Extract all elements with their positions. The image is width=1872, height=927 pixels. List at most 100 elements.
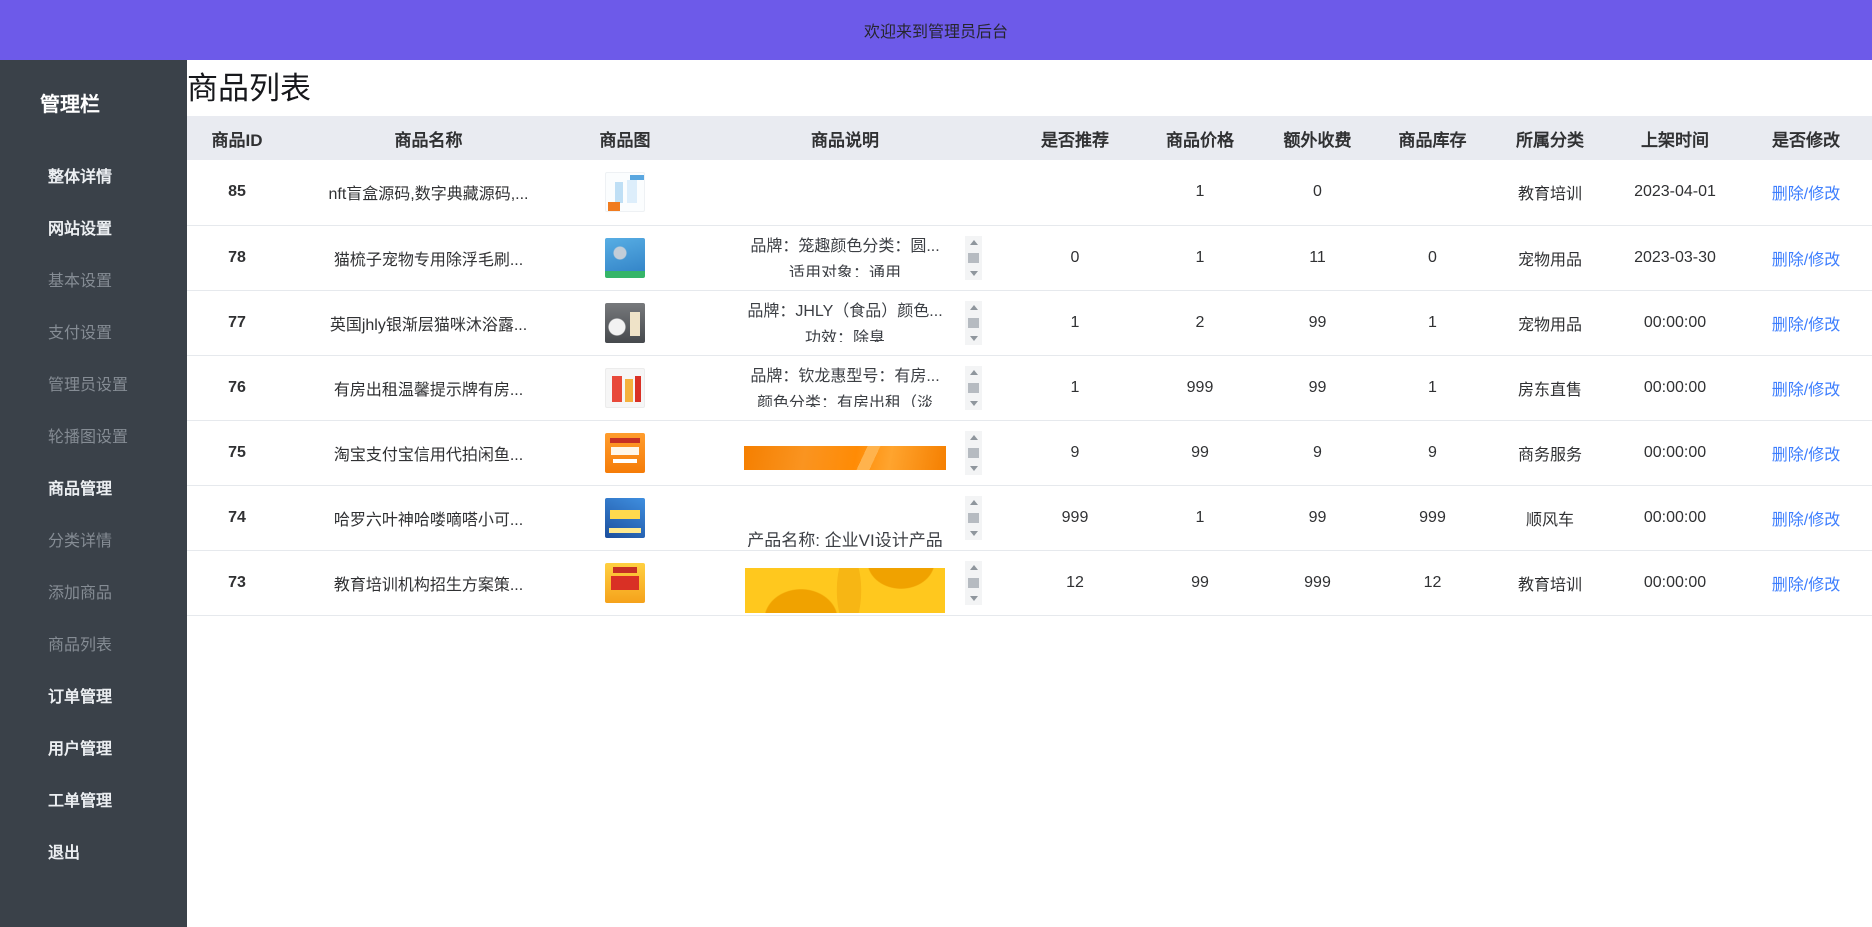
scroll-up-arrow-icon[interactable] (970, 370, 978, 375)
sidebar-item-product-list[interactable]: 商品列表 (0, 617, 187, 669)
time-cell: 2023-04-01 (1610, 160, 1740, 225)
extra-fee-cell: 999 (1260, 550, 1375, 615)
sidebar-item-carousel-settings[interactable]: 轮播图设置 (0, 409, 187, 461)
description-scrollbar[interactable] (965, 366, 982, 410)
description-line: 品牌：JHLY（食品）颜色... (720, 298, 970, 325)
rental-sign-image (605, 368, 645, 408)
description-scrollbar[interactable] (965, 561, 982, 605)
delete-modify-link[interactable]: 删除/修改 (1772, 317, 1840, 334)
delete-modify-link[interactable]: 删除/修改 (1772, 577, 1840, 594)
product-id-cell: 73 (187, 550, 287, 615)
table-row: 74哈罗六叶神哈喽嘀嗒小可...产品名称: 企业VI设计产品999199999顺… (187, 485, 1872, 550)
category-cell: 教育培训 (1490, 550, 1610, 615)
scroll-up-arrow-icon[interactable] (970, 305, 978, 310)
scroll-down-arrow-icon[interactable] (970, 466, 978, 471)
sidebar-item-order-management[interactable]: 订单管理 (0, 669, 187, 721)
product-name-cell: 淘宝支付宝信用代拍闲鱼... (287, 420, 570, 485)
scroll-up-arrow-icon[interactable] (970, 240, 978, 245)
product-name-cell: nft盲盒源码,数字典藏源码,... (287, 160, 570, 225)
column-header-7: 商品库存 (1375, 116, 1490, 160)
sidebar-item-add-product[interactable]: 添加商品 (0, 565, 187, 617)
column-header-9: 上架时间 (1610, 116, 1740, 160)
scroll-up-arrow-icon[interactable] (970, 500, 978, 505)
recommend-cell: 1 (1010, 355, 1140, 420)
delete-modify-link[interactable]: 删除/修改 (1772, 447, 1840, 464)
scroll-up-arrow-icon[interactable] (970, 435, 978, 440)
stock-cell: 12 (1375, 550, 1490, 615)
sidebar-item-product-management[interactable]: 商品管理 (0, 461, 187, 513)
product-id-cell: 77 (187, 290, 287, 355)
table-row: 77英国jhly银渐层猫咪沐浴露... 品牌：JHLY（食品）颜色...功效：除臭… (187, 290, 1872, 355)
table-body: 85nft盲盒源码,数字典藏源码,...10教育培训2023-04-01删除/修… (187, 160, 1872, 615)
column-header-0: 商品ID (187, 116, 287, 160)
scroll-down-arrow-icon[interactable] (970, 401, 978, 406)
product-description-cell: 产品名称: 企业VI设计产品 (680, 485, 1010, 550)
scroll-up-arrow-icon[interactable] (970, 565, 978, 570)
product-description-cell: 品牌：笼趣颜色分类：圆...适用对象：通用 (680, 225, 1010, 290)
sidebar-item-basic-settings[interactable]: 基本设置 (0, 253, 187, 305)
delete-modify-link[interactable]: 删除/修改 (1772, 186, 1840, 203)
scroll-down-arrow-icon[interactable] (970, 271, 978, 276)
price-cell: 1 (1140, 225, 1260, 290)
product-image-cell (570, 550, 680, 615)
product-description-cell: 品牌：钦龙惠型号：有房...颜色分类：有房出租（淡 (680, 355, 1010, 420)
scroll-thumb[interactable] (968, 318, 979, 328)
scroll-down-arrow-icon[interactable] (970, 596, 978, 601)
sidebar-item-site-settings[interactable]: 网站设置 (0, 201, 187, 253)
extra-fee-cell: 99 (1260, 355, 1375, 420)
description-line: 功效：除臭 (720, 325, 970, 342)
recommend-cell: 12 (1010, 550, 1140, 615)
description-line: 颜色分类：有房出租（淡 (720, 390, 970, 407)
sidebar-item-admin-settings[interactable]: 管理员设置 (0, 357, 187, 409)
description-line: 品牌：笼趣颜色分类：圆... (720, 233, 970, 260)
sidebar-item-logout[interactable]: 退出 (0, 825, 187, 877)
scroll-thumb[interactable] (968, 383, 979, 393)
table-row: 73教育培训机构招生方案策...129999912教育培训00:00:00删除/… (187, 550, 1872, 615)
orange-banner-image (744, 446, 946, 470)
product-image-cell (570, 355, 680, 420)
action-cell: 删除/修改 (1740, 550, 1872, 615)
product-name-cell: 英国jhly银渐层猫咪沐浴露... (287, 290, 570, 355)
scroll-thumb[interactable] (968, 578, 979, 588)
sidebar-item-ticket-management[interactable]: 工单管理 (0, 773, 187, 825)
product-id-cell: 85 (187, 160, 287, 225)
column-header-10: 是否修改 (1740, 116, 1872, 160)
scroll-thumb[interactable] (968, 513, 979, 523)
product-image-cell (570, 485, 680, 550)
product-name-cell: 猫梳子宠物专用除浮毛刷... (287, 225, 570, 290)
delete-modify-link[interactable]: 删除/修改 (1772, 252, 1840, 269)
column-header-8: 所属分类 (1490, 116, 1610, 160)
recommend-cell: 1 (1010, 290, 1140, 355)
stock-cell: 9 (1375, 420, 1490, 485)
table-row: 75淘宝支付宝信用代拍闲鱼...99999商务服务00:00:00删除/修改 (187, 420, 1872, 485)
price-cell: 99 (1140, 550, 1260, 615)
scroll-down-arrow-icon[interactable] (970, 336, 978, 341)
extra-fee-cell: 11 (1260, 225, 1375, 290)
scroll-down-arrow-icon[interactable] (970, 531, 978, 536)
action-cell: 删除/修改 (1740, 160, 1872, 225)
description-scrollbar[interactable] (965, 431, 982, 475)
sidebar-item-overview[interactable]: 整体详情 (0, 149, 187, 201)
extra-fee-cell: 99 (1260, 290, 1375, 355)
pet-brush-image (605, 238, 645, 278)
description-line: 适用对象：通用 (720, 260, 970, 277)
category-cell: 教育培训 (1490, 160, 1610, 225)
description-scrollbar[interactable] (965, 301, 982, 345)
description-scrollbar[interactable] (965, 496, 982, 540)
time-cell: 00:00:00 (1610, 550, 1740, 615)
sidebar-item-user-management[interactable]: 用户管理 (0, 721, 187, 773)
scroll-thumb[interactable] (968, 253, 979, 263)
scroll-thumb[interactable] (968, 448, 979, 458)
time-cell: 00:00:00 (1610, 355, 1740, 420)
table-row: 85nft盲盒源码,数字典藏源码,...10教育培训2023-04-01删除/修… (187, 160, 1872, 225)
sidebar-item-payment-settings[interactable]: 支付设置 (0, 305, 187, 357)
delete-modify-link[interactable]: 删除/修改 (1772, 512, 1840, 529)
table-row: 76有房出租温馨提示牌有房...品牌：钦龙惠型号：有房...颜色分类：有房出租（… (187, 355, 1872, 420)
sidebar-item-category-detail[interactable]: 分类详情 (0, 513, 187, 565)
main-content: 商品列表 商品ID商品名称商品图商品说明是否推荐商品价格额外收费商品库存所属分类… (187, 60, 1872, 927)
sidebar-nav: 整体详情网站设置基本设置支付设置管理员设置轮播图设置商品管理分类详情添加商品商品… (0, 149, 187, 877)
delete-modify-link[interactable]: 删除/修改 (1772, 382, 1840, 399)
description-scrollbar[interactable] (965, 236, 982, 280)
category-cell: 顺风车 (1490, 485, 1610, 550)
product-image-cell (570, 160, 680, 225)
